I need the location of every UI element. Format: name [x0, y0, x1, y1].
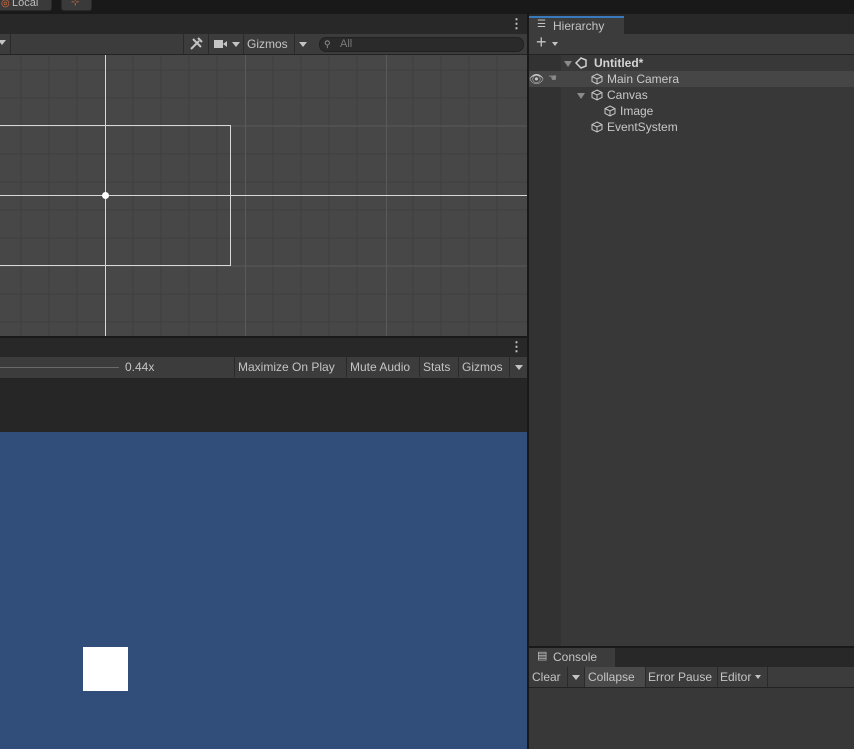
create-dropdown-icon — [552, 42, 558, 46]
main-toolbar — [0, 0, 854, 14]
scene-grid — [0, 55, 527, 336]
hierarchy-panel — [529, 55, 854, 646]
scene-tab-bar: ⋮ — [0, 14, 527, 34]
maximize-on-play-toggle[interactable]: Maximize On Play — [234, 357, 338, 377]
hierarchy-item-canvas[interactable]: Canvas — [561, 87, 854, 103]
camera-icon — [214, 40, 227, 48]
pick-hand-icon[interactable]: ☚ — [548, 71, 557, 87]
scene-toolbar: Gizmos ⚲ All — [0, 34, 527, 55]
game-more-icon[interactable]: ⋮ — [510, 340, 523, 354]
hierarchy-item-label: EventSystem — [607, 120, 678, 134]
mute-audio-toggle[interactable]: Mute Audio — [346, 357, 414, 377]
hierarchy-list-icon: ☰ — [537, 19, 546, 30]
chevron-down-icon — [515, 365, 523, 370]
unity-scene-icon — [575, 57, 587, 69]
camera-dropdown-icon[interactable] — [232, 42, 240, 47]
scale-slider[interactable] — [0, 367, 119, 368]
tools-icon — [190, 37, 203, 50]
gizmos-dropdown-icon[interactable] — [299, 42, 307, 47]
hierarchy-item-label: Main Camera — [607, 72, 680, 86]
clear-button[interactable]: Clear — [529, 667, 568, 687]
scene-name: Untitled* — [594, 56, 644, 70]
game-gizmos-label: Gizmos — [462, 360, 503, 374]
scene-viewport[interactable] — [0, 55, 527, 336]
hierarchy-visibility-gutter — [529, 55, 561, 646]
scale-value: 0.44x — [125, 360, 155, 374]
scene-tools-button[interactable] — [183, 34, 208, 54]
gameobject-cube-icon — [604, 105, 616, 117]
editor-dropdown[interactable]: Editor — [717, 667, 768, 687]
hierarchy-item-label: Canvas — [607, 88, 648, 102]
scene-dropdown-icon[interactable] — [0, 40, 6, 45]
console-log-area[interactable] — [529, 688, 854, 749]
expand-arrow-icon[interactable] — [564, 61, 572, 67]
hierarchy-toolbar: + — [529, 32, 854, 55]
scene-more-icon[interactable]: ⋮ — [510, 17, 523, 31]
console-icon: ▤ — [537, 650, 548, 662]
error-pause-label: Error Pause — [648, 670, 713, 684]
game-letterbox — [0, 379, 527, 432]
plus-icon: + — [536, 32, 547, 52]
hierarchy-item-eventsystem[interactable]: EventSystem — [561, 119, 854, 135]
game-gizmos-dropdown[interactable] — [509, 357, 528, 377]
editor-label: Editor — [720, 670, 752, 684]
scene-search-input[interactable]: ⚲ All — [319, 37, 524, 52]
mute-label: Mute Audio — [350, 360, 411, 374]
collapse-label: Collapse — [588, 670, 635, 684]
collapse-toggle[interactable]: Collapse — [585, 667, 646, 687]
game-toolbar: 0.44x Maximize On Play Mute Audio Stats … — [0, 357, 528, 379]
game-tab-bar: ⋮ — [0, 337, 527, 358]
clear-options-dropdown[interactable] — [568, 667, 585, 687]
gameobject-cube-icon — [591, 121, 603, 133]
gameobject-cube-icon — [591, 73, 603, 85]
toolbar-divider — [10, 34, 11, 54]
hierarchy-item-label: Image — [620, 104, 654, 118]
gizmos-divider — [294, 34, 295, 54]
console-toolbar: Clear Collapse Error Pause Editor — [529, 667, 854, 688]
chevron-down-icon — [572, 675, 580, 680]
gizmos-label: Gizmos — [247, 37, 288, 51]
hierarchy-item-main-camera[interactable]: 👁 ☚ Main Camera — [529, 71, 854, 87]
hierarchy-tab-label: Hierarchy — [553, 19, 605, 33]
pivot-label: Local — [12, 0, 39, 9]
tab-console[interactable]: ▤ Console — [529, 648, 615, 667]
game-canvas[interactable] — [0, 432, 527, 749]
hierarchy-scene-row[interactable]: Untitled* — [561, 55, 854, 71]
search-icon: ⚲ — [324, 39, 331, 49]
search-placeholder: All — [340, 38, 353, 50]
expand-arrow-icon[interactable] — [577, 93, 585, 99]
gameobject-cube-icon — [591, 89, 603, 101]
local-icon: ◎ — [1, 0, 10, 9]
stats-toggle[interactable]: Stats — [419, 357, 454, 377]
chevron-down-icon — [755, 675, 761, 679]
console-tab-label: Console — [553, 650, 598, 664]
scene-gizmos-button[interactable]: Gizmos — [243, 34, 310, 54]
maximize-label: Maximize On Play — [238, 360, 335, 374]
eye-icon[interactable]: 👁 — [529, 71, 544, 87]
clear-label: Clear — [532, 670, 561, 684]
snap-icon: ⊹ — [71, 0, 80, 8]
game-gizmos-toggle[interactable]: Gizmos — [458, 357, 513, 377]
error-pause-toggle[interactable]: Error Pause — [645, 667, 718, 687]
stats-label: Stats — [423, 360, 451, 374]
ui-image — [83, 647, 128, 691]
snap-toggle[interactable]: ⊹ — [61, 0, 92, 11]
hierarchy-item-image[interactable]: Image — [561, 103, 854, 119]
scene-camera-button[interactable] — [208, 34, 243, 54]
create-button[interactable]: + — [534, 32, 560, 54]
image-object-marker[interactable] — [102, 192, 109, 199]
pivot-rotation-toggle[interactable]: ◎ Local — [0, 0, 52, 11]
